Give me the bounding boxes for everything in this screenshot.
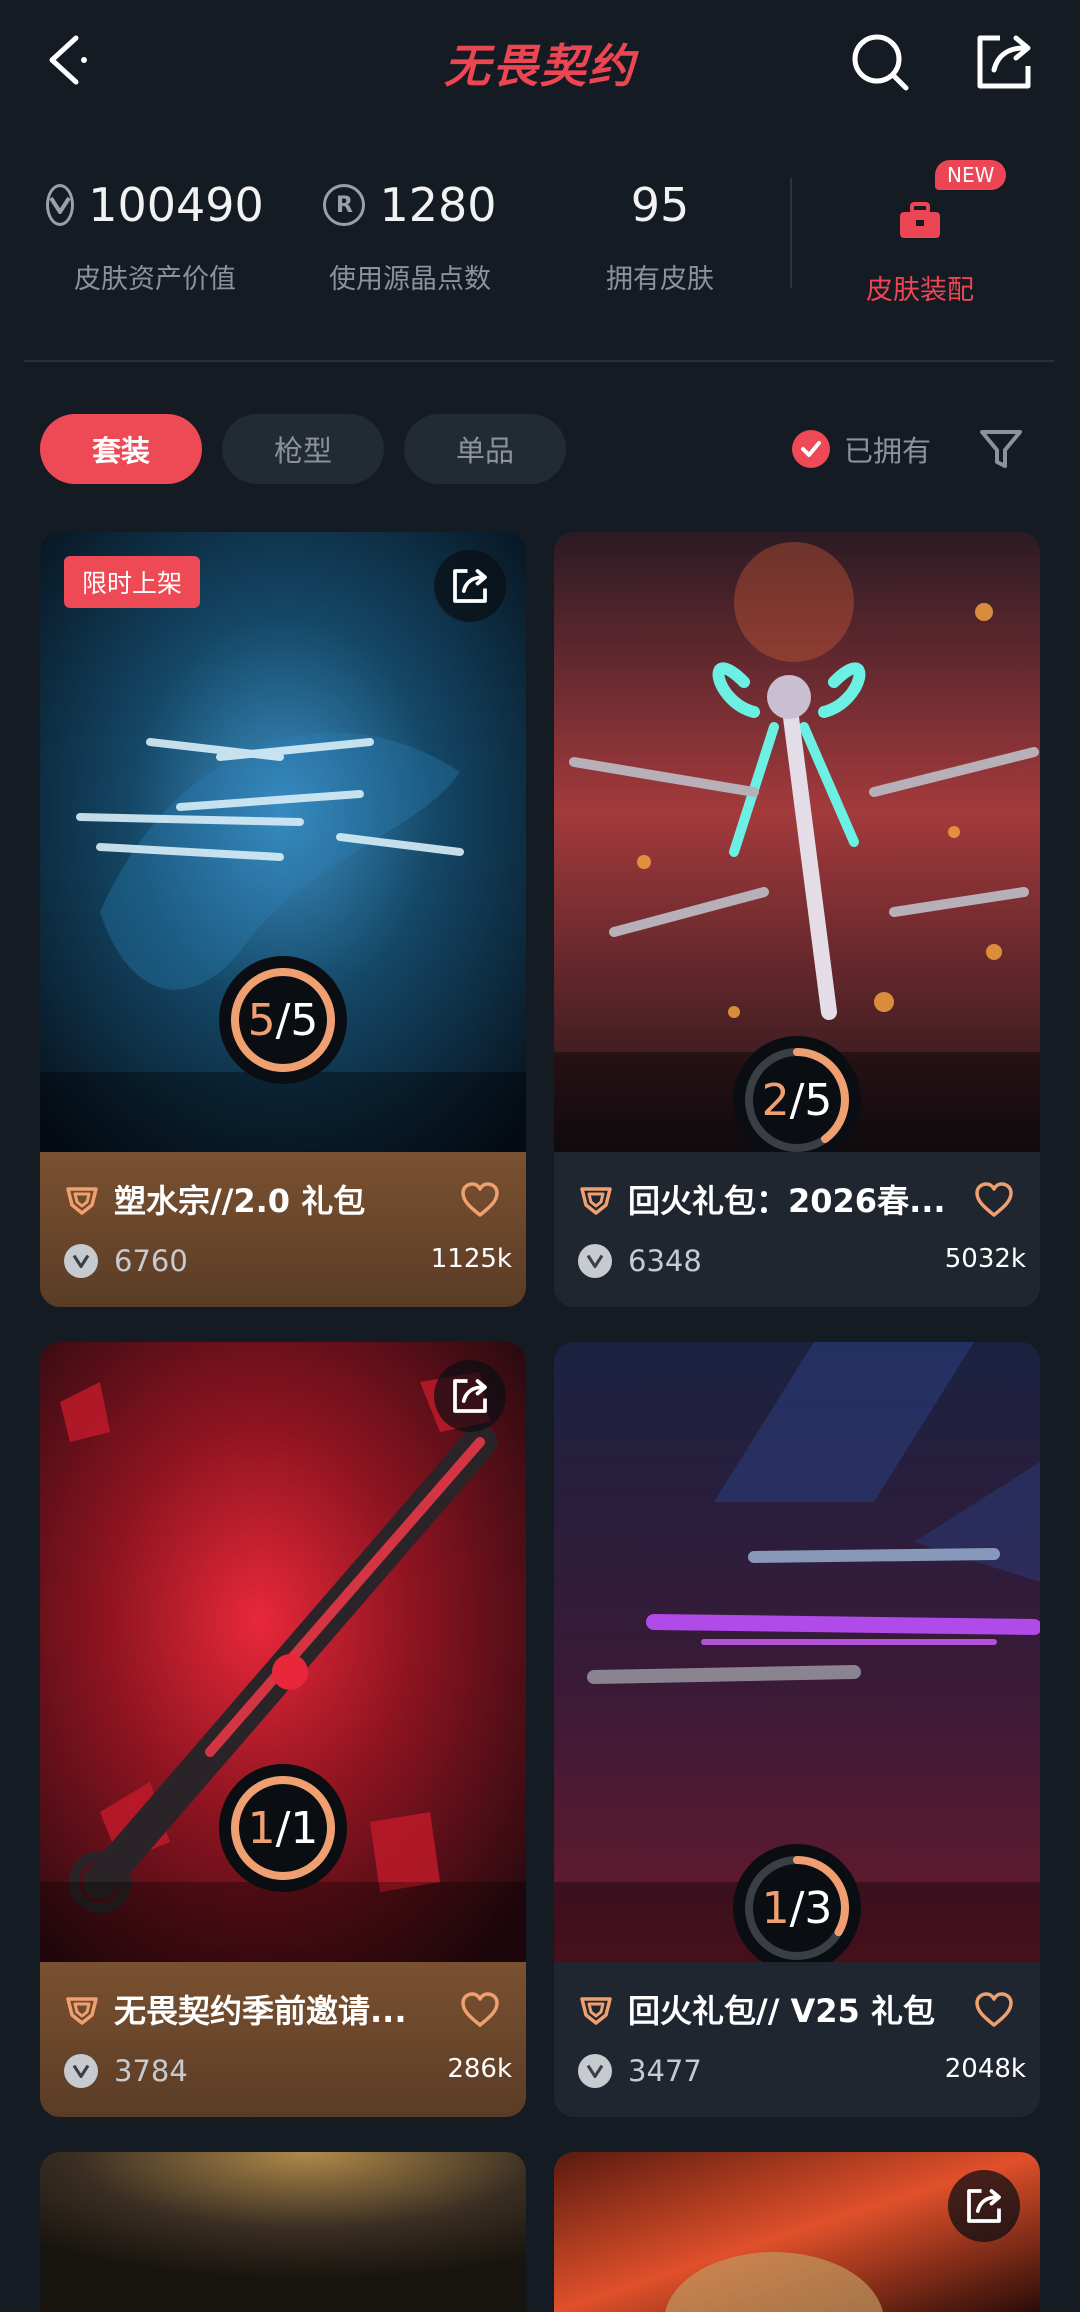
owned-filter-toggle[interactable]: 已拥有 bbox=[792, 428, 931, 470]
vp-coin-icon bbox=[578, 2054, 612, 2088]
bundle-artwork bbox=[40, 2152, 526, 2312]
limited-time-tag: 限时上架 bbox=[64, 556, 201, 608]
top-bar: 无畏契约 bbox=[0, 0, 1080, 130]
favorite-heart-icon[interactable] bbox=[460, 1990, 500, 2030]
bundle-title: 无畏契约季前邀请... bbox=[114, 1992, 407, 2030]
tab-weapon-type[interactable]: 枪型 bbox=[222, 414, 384, 484]
bundle-card[interactable]: 1/3 回火礼包// V25 礼包 3477 2048k bbox=[554, 1342, 1040, 2117]
share-button[interactable] bbox=[434, 1360, 506, 1432]
bundle-card[interactable] bbox=[40, 2152, 526, 2312]
card-info: 回火礼包：2026春... 6348 5032k bbox=[554, 1152, 1040, 1307]
vp-coin-icon bbox=[46, 184, 75, 226]
vp-coin-icon bbox=[64, 1244, 98, 1278]
asset-stats: 100490 皮肤资产价值 R 1280 使用源晶点数 95 拥有皮肤 NEW … bbox=[0, 150, 1080, 306]
bundle-icon bbox=[66, 1187, 98, 1215]
bundle-card[interactable]: 1/1 无畏契约季前邀请... 3784 286k bbox=[40, 1342, 526, 2117]
bundle-card[interactable] bbox=[554, 2152, 1040, 2312]
progress-text: 1/3 bbox=[761, 1882, 833, 1934]
bundle-title: 塑水宗//2.0 礼包 bbox=[114, 1182, 366, 1220]
check-icon bbox=[792, 430, 830, 468]
bundle-card[interactable]: 2/5 回火礼包：2026春... 6348 5032k bbox=[554, 532, 1040, 1307]
stat-owned-skins: 95 拥有皮肤 bbox=[595, 175, 725, 296]
bundle-price: 6760 bbox=[114, 1244, 188, 1278]
favorite-heart-icon[interactable] bbox=[974, 1180, 1014, 1220]
stat-label: 皮肤资产价值 bbox=[74, 264, 236, 295]
bundle-icon bbox=[66, 1997, 98, 2025]
bundle-price: 3477 bbox=[628, 2054, 702, 2088]
divider bbox=[790, 178, 792, 288]
collection-progress: 5/5 bbox=[217, 954, 349, 1086]
skin-loadout-label: 皮肤装配 bbox=[866, 275, 974, 306]
like-count: 286k bbox=[447, 2054, 512, 2084]
like-count: 1125k bbox=[430, 1244, 512, 1274]
bundle-price: 3784 bbox=[114, 2054, 188, 2088]
app-logo: 无畏契约 bbox=[444, 39, 636, 93]
card-info: 回火礼包// V25 礼包 3477 2048k bbox=[554, 1962, 1040, 2117]
tab-single-items[interactable]: 单品 bbox=[404, 414, 566, 484]
bundle-price: 6348 bbox=[628, 1244, 702, 1278]
radianite-coin-icon: R bbox=[323, 184, 366, 226]
collection-progress: 2/5 bbox=[731, 1034, 863, 1166]
owned-filter-label: 已拥有 bbox=[844, 434, 932, 468]
bundle-icon bbox=[580, 1187, 612, 1215]
skin-loadout-button[interactable]: NEW 皮肤装配 bbox=[845, 160, 1007, 307]
section-divider bbox=[24, 360, 1054, 362]
progress-text: 5/5 bbox=[247, 994, 319, 1046]
vp-coin-icon bbox=[578, 1244, 612, 1278]
favorite-heart-icon[interactable] bbox=[460, 1180, 500, 1220]
share-icon bbox=[967, 2189, 1001, 2223]
like-count: 2048k bbox=[944, 2054, 1026, 2084]
bundle-icon bbox=[580, 1997, 612, 2025]
search-icon[interactable] bbox=[848, 30, 912, 94]
share-icon[interactable] bbox=[972, 30, 1036, 94]
category-tabs: 套装 枪型 单品 bbox=[40, 414, 566, 484]
progress-text: 2/5 bbox=[761, 1074, 833, 1126]
stat-label: 拥有皮肤 bbox=[606, 264, 714, 295]
vp-coin-icon bbox=[64, 2054, 98, 2088]
tab-bundles[interactable]: 套装 bbox=[40, 414, 202, 484]
filter-icon[interactable] bbox=[978, 426, 1024, 472]
share-icon bbox=[453, 569, 487, 603]
bundle-title: 回火礼包：2026春... bbox=[628, 1182, 946, 1220]
collection-progress: 1/1 bbox=[217, 1762, 349, 1894]
like-count: 5032k bbox=[944, 1244, 1026, 1274]
stat-value: 100490 bbox=[88, 178, 264, 232]
stat-value: 1280 bbox=[379, 178, 497, 232]
stat-radianite: R 1280 使用源晶点数 bbox=[320, 175, 500, 296]
favorite-heart-icon[interactable] bbox=[974, 1990, 1014, 2030]
bundle-card[interactable]: 限时上架 5/5 塑水宗//2.0 礼包 6760 1125k bbox=[40, 532, 526, 1307]
progress-text: 1/1 bbox=[247, 1802, 319, 1854]
share-icon bbox=[453, 1379, 487, 1413]
collection-progress: 1/3 bbox=[731, 1842, 863, 1974]
stat-label: 使用源晶点数 bbox=[329, 264, 491, 295]
card-info: 塑水宗//2.0 礼包 6760 1125k bbox=[40, 1152, 526, 1307]
stat-value: 95 bbox=[630, 178, 690, 232]
share-button[interactable] bbox=[434, 550, 506, 622]
share-button[interactable] bbox=[948, 2170, 1020, 2242]
card-info: 无畏契约季前邀请... 3784 286k bbox=[40, 1962, 526, 2117]
new-badge: NEW bbox=[935, 160, 1007, 190]
bundle-title: 回火礼包// V25 礼包 bbox=[628, 1992, 935, 2030]
stat-asset-value: 100490 皮肤资产价值 bbox=[46, 175, 264, 296]
briefcase-icon bbox=[900, 202, 940, 238]
